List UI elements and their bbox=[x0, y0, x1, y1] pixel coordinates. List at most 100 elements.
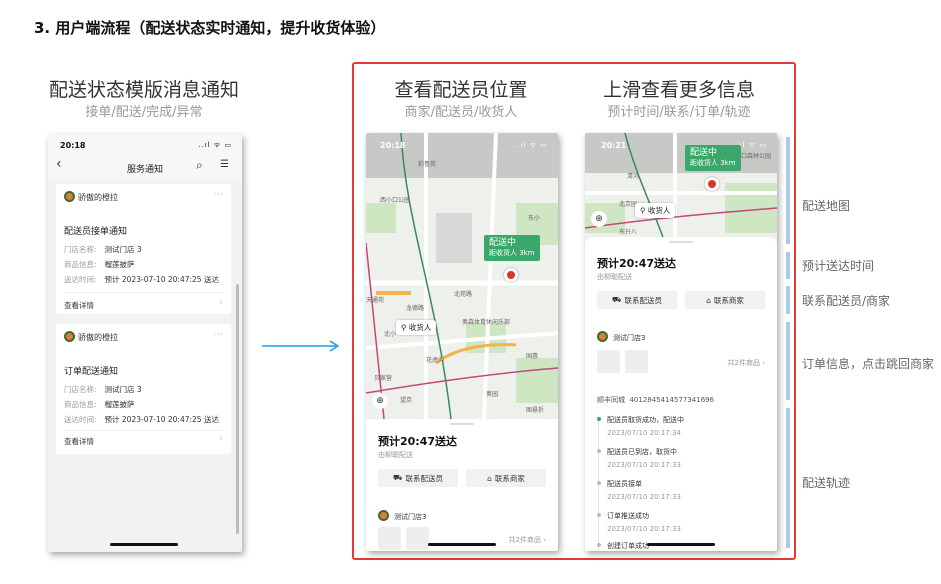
timeline-event: 配送员接单 bbox=[607, 480, 642, 488]
annotation-order-info: 订单信息，点击跳回商家 bbox=[802, 357, 935, 371]
view-detail-link[interactable]: 查看详情 bbox=[64, 436, 94, 447]
account-name: 骄傲的橙拉 bbox=[78, 333, 118, 342]
locate-icon[interactable]: ⊕ bbox=[591, 211, 607, 227]
map-poi-label: 北小 bbox=[384, 331, 397, 338]
drag-handle[interactable] bbox=[669, 241, 693, 243]
map-poi-label: 东小 bbox=[528, 215, 541, 222]
more-icon[interactable]: ··· bbox=[214, 330, 223, 340]
page-title: 服务通知 bbox=[126, 165, 163, 175]
annotation-bar bbox=[786, 408, 790, 548]
button-label: 联系配送员 bbox=[624, 295, 662, 305]
status-icons: ..ıl ᯤ ▭ bbox=[514, 141, 548, 149]
product-thumbnail[interactable] bbox=[597, 350, 620, 373]
more-icon[interactable]: ··· bbox=[214, 190, 223, 200]
carrier-name: 顺丰同城 bbox=[597, 396, 625, 404]
store-avatar bbox=[597, 331, 608, 342]
timeline-event: 订单推送成功 bbox=[607, 512, 649, 520]
map-poi-label: 清河 bbox=[627, 173, 640, 180]
product-thumbnail[interactable] bbox=[625, 350, 648, 373]
status-icons: ..ıl ᯤ ▭ bbox=[198, 141, 232, 149]
row-value: 榴莲披萨 bbox=[104, 400, 135, 409]
product-thumbnail[interactable] bbox=[406, 527, 429, 550]
scrollbar[interactable] bbox=[236, 284, 239, 534]
account-name: 骄傲的橙拉 bbox=[78, 193, 118, 202]
map-poi-label: 天通苑 bbox=[366, 297, 385, 304]
card-row: 商品信息: 榴莲披萨 bbox=[64, 399, 135, 410]
rider-marker-icon[interactable] bbox=[504, 268, 518, 282]
card-row: 门店名称: 测试门店 3 bbox=[64, 384, 142, 395]
annotation-bar bbox=[786, 252, 790, 279]
phone-more-info: 20:21 ..ıl ᯤ ▭ 清河 北京园 东升八 小口森林公园 配送中 距收货… bbox=[585, 133, 777, 551]
avatar bbox=[64, 191, 75, 202]
card-row: 门店名称: 测试门店 3 bbox=[64, 244, 142, 255]
item-count-link[interactable]: 共2件商品 › bbox=[728, 358, 765, 368]
map-poi-label: 北苑路 bbox=[454, 291, 473, 298]
tracking-carrier: 顺丰同城 4012845414577341696 bbox=[597, 395, 714, 405]
annotation-bar bbox=[786, 322, 790, 400]
row-value: 测试门店 3 bbox=[104, 385, 142, 394]
drag-handle[interactable] bbox=[450, 423, 474, 425]
notification-card[interactable]: 骄傲的橙拉 ··· 订单配送通知 门店名称: 测试门店 3 商品信息: 榴莲披萨 送… bbox=[56, 324, 231, 454]
search-icon[interactable]: ⌕ bbox=[196, 158, 203, 173]
menu-icon[interactable]: ☰ bbox=[220, 159, 229, 170]
card-title: 配送员接单通知 bbox=[64, 227, 128, 237]
rider-distance: 距收货人 3km bbox=[690, 159, 736, 168]
timeline-time: 2023/07/10 20:17:33 bbox=[607, 461, 682, 469]
tracking-number[interactable]: 4012845414577341696 bbox=[629, 396, 714, 404]
receiver-marker[interactable]: ⚲ 收货人 bbox=[635, 203, 676, 218]
rider-status: 配送中 bbox=[690, 148, 718, 158]
timeline-event: 配送员已到店，取货中 bbox=[607, 448, 677, 456]
item-count-link[interactable]: 共2件商品 › bbox=[509, 535, 546, 545]
card-row: 送达时间: 预计 2023-07-10 20:47:25 送达 bbox=[64, 274, 219, 285]
rider-name: 由柳聪配送 bbox=[378, 451, 413, 459]
map-poi-label: 贝家营 bbox=[374, 375, 393, 382]
row-value: 预计 2023-07-10 20:47:25 送达 bbox=[104, 415, 219, 424]
contact-rider-button[interactable]: ⛟ 联系配送员 bbox=[378, 469, 458, 487]
column-title-notification: 配送状态模版消息通知 bbox=[48, 79, 239, 101]
bottom-sheet[interactable]: 预计20:47送达 由柳聪配送 ⛟ 联系配送员 ⌂ 联系商家 测试门店3 共2件商品… bbox=[366, 419, 558, 551]
card-row: 送达时间: 预计 2023-07-10 20:47:25 送达 bbox=[64, 414, 219, 425]
map-poi-label: 龙德路 bbox=[406, 305, 425, 312]
timeline-time: 2023/07/10 20:17:34 bbox=[607, 429, 682, 437]
view-detail-link[interactable]: 查看详情 bbox=[64, 300, 94, 311]
card-title: 订单配送通知 bbox=[64, 367, 119, 377]
row-value: 预计 2023-07-10 20:47:25 送达 bbox=[104, 275, 219, 284]
rider-status: 配送中 bbox=[489, 238, 517, 248]
annotation-map: 配送地图 bbox=[802, 199, 851, 213]
home-indicator bbox=[110, 543, 178, 546]
row-label: 门店名称: bbox=[64, 245, 97, 254]
contact-shop-button[interactable]: ⌂ 联系商家 bbox=[466, 469, 546, 487]
home-indicator bbox=[428, 543, 496, 546]
timeline-event: 配送员取货成功，配送中 bbox=[607, 416, 684, 424]
delivery-map[interactable]: 20:18 ..ıl ᯤ ▭ 彩鲁苑 西小口公园 东小 北苑路 龙德路 天通苑 … bbox=[366, 133, 558, 419]
delivery-map[interactable]: 20:21 ..ıl ᯤ ▭ 清河 北京园 东升八 小口森林公园 配送中 距收货… bbox=[585, 133, 777, 243]
rider-icon: ⛟ bbox=[393, 473, 403, 482]
annotation-bar bbox=[786, 286, 790, 314]
receiver-marker[interactable]: ⚲ 收货人 bbox=[396, 320, 437, 335]
section-title: 3. 用户端流程（配送状态实时通知，提升收货体验） bbox=[34, 19, 386, 37]
shop-icon: ⌂ bbox=[487, 473, 492, 483]
store-name[interactable]: 测试门店3 bbox=[394, 512, 426, 522]
eta-text: 预计20:47送达 bbox=[597, 257, 677, 270]
notification-card[interactable]: 骄傲的橙拉 ··· 配送员接单通知 门店名称: 测试门店 3 商品信息: 榴莲披萨 … bbox=[56, 184, 231, 314]
map-poi-label: 花虎沟 bbox=[426, 357, 445, 364]
divider bbox=[64, 430, 223, 431]
locate-icon[interactable]: ⊕ bbox=[372, 393, 388, 409]
annotation-track: 配送轨迹 bbox=[802, 476, 851, 490]
contact-rider-button[interactable]: ⛟ 联系配送员 bbox=[597, 291, 677, 309]
shop-icon: ⌂ bbox=[706, 295, 711, 305]
avatar bbox=[64, 331, 75, 342]
timeline-event: 创建订单成功 bbox=[607, 542, 649, 550]
row-value: 测试门店 3 bbox=[104, 245, 142, 254]
contact-shop-button[interactable]: ⌂ 联系商家 bbox=[685, 291, 765, 309]
status-time: 20:18 bbox=[380, 141, 406, 150]
flow-arrow-icon bbox=[262, 340, 340, 352]
notification-header: 20:18 ..ıl ᯤ ▭ ‹ 服务通知 ⌕ ☰ bbox=[48, 134, 242, 180]
row-label: 商品信息: bbox=[64, 260, 97, 269]
rider-marker-icon[interactable] bbox=[705, 177, 719, 191]
bottom-sheet[interactable]: 预计20:47送达 由柳聪配送 ⛟ 联系配送员 ⌂ 联系商家 测试门店3 共2件商品… bbox=[585, 237, 777, 551]
store-name[interactable]: 测试门店3 bbox=[613, 333, 645, 343]
annotation-bar bbox=[786, 137, 790, 244]
card-row: 商品信息: 榴莲披萨 bbox=[64, 259, 135, 270]
product-thumbnail[interactable] bbox=[378, 527, 401, 550]
